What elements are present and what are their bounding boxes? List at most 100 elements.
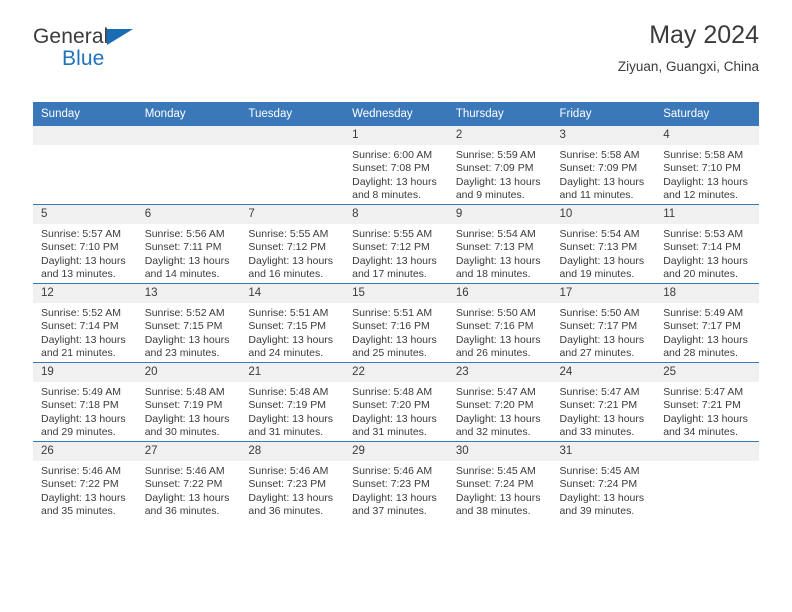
weekday-header-tuesday: Tuesday — [240, 102, 345, 126]
day-details: Sunrise: 5:45 AM Sunset: 7:24 PM Daylight:… — [448, 461, 552, 519]
day-number: 14 — [240, 284, 345, 303]
day-details: Sunrise: 5:55 AM Sunset: 7:12 PM Daylight:… — [344, 224, 448, 282]
sunset-text: Sunset: 7:16 PM — [455, 320, 534, 333]
calendar-day-cell[interactable]: 13 Sunrise: 5:52 AM Sunset: 7:15 PM Dayligh… — [136, 283, 241, 363]
day-details: Sunrise: 5:54 AM Sunset: 7:13 PM Daylight:… — [448, 224, 552, 282]
sunrise-text: Sunrise: 5:49 AM — [663, 307, 744, 319]
day-details: Sunrise: 5:50 AM Sunset: 7:16 PM Daylight:… — [448, 303, 552, 361]
calendar-day-cell[interactable]: 25 Sunrise: 5:47 AM Sunset: 7:21 PM Dayligh… — [655, 362, 759, 442]
day-number: 7 — [240, 205, 345, 224]
day-number: 31 — [551, 442, 656, 461]
daylight-text: Daylight: 13 hours and 9 minutes. — [455, 175, 541, 202]
day-details: Sunrise: 5:51 AM Sunset: 7:15 PM Daylight:… — [240, 303, 344, 361]
sunset-text: Sunset: 7:12 PM — [248, 241, 327, 254]
daylight-text: Daylight: 13 hours and 18 minutes. — [455, 254, 541, 281]
calendar-week-row: 12 Sunrise: 5:52 AM Sunset: 7:14 PM Dayligh… — [33, 283, 759, 363]
calendar-day-cell[interactable]: 31 Sunrise: 5:45 AM Sunset: 7:24 PM Dayligh… — [551, 441, 656, 520]
day-details: Sunrise: 5:49 AM Sunset: 7:18 PM Daylight:… — [33, 382, 137, 440]
sunrise-text: Sunrise: 5:50 AM — [559, 307, 640, 319]
daylight-text: Daylight: 13 hours and 11 minutes. — [559, 175, 645, 202]
calendar-day-cell-empty — [655, 441, 759, 520]
calendar-day-cell[interactable]: 28 Sunrise: 5:46 AM Sunset: 7:23 PM Dayligh… — [240, 441, 345, 520]
daylight-text: Daylight: 13 hours and 34 minutes. — [663, 412, 748, 439]
page-subtitle-location: Ziyuan, Guangxi, China — [617, 58, 759, 74]
calendar-day-cell[interactable]: 20 Sunrise: 5:48 AM Sunset: 7:19 PM Dayligh… — [136, 362, 241, 442]
sunset-text: Sunset: 7:21 PM — [559, 399, 638, 412]
calendar-day-cell[interactable]: 1 Sunrise: 6:00 AM Sunset: 7:08 PM Daylight… — [344, 126, 448, 205]
calendar-day-cell[interactable]: 30 Sunrise: 5:45 AM Sunset: 7:24 PM Dayligh… — [447, 441, 552, 520]
calendar-day-cell[interactable]: 21 Sunrise: 5:48 AM Sunset: 7:19 PM Dayligh… — [240, 362, 345, 442]
sunrise-text: Sunrise: 5:56 AM — [144, 228, 225, 240]
sunrise-text: Sunrise: 5:48 AM — [248, 386, 329, 398]
calendar-day-cell[interactable]: 22 Sunrise: 5:48 AM Sunset: 7:20 PM Dayligh… — [344, 362, 448, 442]
calendar-day-cell[interactable]: 26 Sunrise: 5:46 AM Sunset: 7:22 PM Dayligh… — [33, 441, 137, 520]
day-details: Sunrise: 5:59 AM Sunset: 7:09 PM Daylight:… — [448, 145, 552, 203]
calendar-day-cell[interactable]: 4 Sunrise: 5:58 AM Sunset: 7:10 PM Daylight… — [655, 126, 759, 205]
weekday-header-wednesday: Wednesday — [344, 102, 448, 126]
sunrise-text: Sunrise: 5:46 AM — [41, 465, 121, 477]
day-details: Sunrise: 5:50 AM Sunset: 7:17 PM Daylight:… — [552, 303, 656, 361]
calendar-day-cell[interactable]: 27 Sunrise: 5:46 AM Sunset: 7:22 PM Dayligh… — [136, 441, 241, 520]
calendar-day-cell[interactable]: 24 Sunrise: 5:47 AM Sunset: 7:21 PM Dayligh… — [551, 362, 656, 442]
day-number: 17 — [551, 284, 656, 303]
sunset-text: Sunset: 7:22 PM — [144, 478, 223, 491]
calendar-day-cell[interactable]: 18 Sunrise: 5:49 AM Sunset: 7:17 PM Dayligh… — [655, 283, 759, 363]
sunrise-text: Sunrise: 5:55 AM — [248, 228, 329, 240]
calendar-day-cell[interactable]: 15 Sunrise: 5:51 AM Sunset: 7:16 PM Dayligh… — [344, 283, 448, 363]
sunset-text: Sunset: 7:09 PM — [455, 162, 534, 175]
day-details: Sunrise: 5:47 AM Sunset: 7:21 PM Daylight:… — [655, 382, 759, 440]
day-details: Sunrise: 5:46 AM Sunset: 7:23 PM Daylight:… — [240, 461, 344, 519]
daylight-text: Daylight: 13 hours and 23 minutes. — [144, 333, 230, 360]
calendar-day-cell[interactable]: 7 Sunrise: 5:55 AM Sunset: 7:12 PM Daylight… — [240, 204, 345, 284]
sunrise-text: Sunrise: 5:58 AM — [559, 149, 640, 161]
calendar-day-cell[interactable]: 8 Sunrise: 5:55 AM Sunset: 7:12 PM Daylight… — [344, 204, 448, 284]
daylight-text: Daylight: 13 hours and 8 minutes. — [352, 175, 437, 202]
day-details: Sunrise: 5:58 AM Sunset: 7:10 PM Daylight:… — [655, 145, 759, 203]
day-details: Sunrise: 5:46 AM Sunset: 7:23 PM Daylight:… — [344, 461, 448, 519]
calendar-day-cell[interactable]: 19 Sunrise: 5:49 AM Sunset: 7:18 PM Dayligh… — [33, 362, 137, 442]
calendar-day-cell[interactable]: 10 Sunrise: 5:54 AM Sunset: 7:13 PM Dayligh… — [551, 204, 656, 284]
day-number: 26 — [33, 442, 137, 461]
calendar-day-cell[interactable]: 6 Sunrise: 5:56 AM Sunset: 7:11 PM Daylight… — [136, 204, 241, 284]
day-details: Sunrise: 5:54 AM Sunset: 7:13 PM Daylight:… — [552, 224, 656, 282]
sunset-text: Sunset: 7:17 PM — [663, 320, 741, 333]
day-number: 15 — [344, 284, 448, 303]
calendar-day-cell[interactable]: 14 Sunrise: 5:51 AM Sunset: 7:15 PM Dayligh… — [240, 283, 345, 363]
sunrise-text: Sunrise: 5:51 AM — [248, 307, 329, 319]
calendar-day-cell[interactable]: 9 Sunrise: 5:54 AM Sunset: 7:13 PM Daylight… — [447, 204, 552, 284]
brand-logo-line2: Blue — [62, 47, 105, 70]
day-details: Sunrise: 5:48 AM Sunset: 7:20 PM Daylight:… — [344, 382, 448, 440]
day-number: 25 — [655, 363, 759, 382]
calendar-day-cell[interactable]: 29 Sunrise: 5:46 AM Sunset: 7:23 PM Dayligh… — [344, 441, 448, 520]
sunrise-text: Sunrise: 5:47 AM — [559, 386, 640, 398]
day-details: Sunrise: 5:57 AM Sunset: 7:10 PM Daylight:… — [33, 224, 137, 282]
day-number: 22 — [344, 363, 448, 382]
day-number: 24 — [551, 363, 656, 382]
calendar-day-cell[interactable]: 5 Sunrise: 5:57 AM Sunset: 7:10 PM Daylight… — [33, 204, 137, 284]
calendar-day-cell[interactable]: 12 Sunrise: 5:52 AM Sunset: 7:14 PM Dayligh… — [33, 283, 137, 363]
sunrise-text: Sunrise: 5:47 AM — [455, 386, 536, 398]
daylight-text: Daylight: 13 hours and 29 minutes. — [41, 412, 126, 439]
calendar-day-cell[interactable]: 17 Sunrise: 5:50 AM Sunset: 7:17 PM Dayligh… — [551, 283, 656, 363]
sunset-text: Sunset: 7:17 PM — [559, 320, 638, 333]
daylight-text: Daylight: 13 hours and 12 minutes. — [663, 175, 748, 202]
daylight-text: Daylight: 13 hours and 31 minutes. — [248, 412, 334, 439]
calendar-day-cell[interactable]: 23 Sunrise: 5:47 AM Sunset: 7:20 PM Dayligh… — [447, 362, 552, 442]
day-number — [655, 442, 759, 461]
sunrise-text: Sunrise: 5:47 AM — [663, 386, 744, 398]
day-number: 28 — [240, 442, 345, 461]
day-details: Sunrise: 5:47 AM Sunset: 7:20 PM Daylight:… — [448, 382, 552, 440]
sunrise-text: Sunrise: 6:00 AM — [352, 149, 433, 161]
sunset-text: Sunset: 7:10 PM — [41, 241, 119, 254]
sunrise-text: Sunrise: 5:46 AM — [144, 465, 225, 477]
calendar-day-cell[interactable]: 11 Sunrise: 5:53 AM Sunset: 7:14 PM Dayligh… — [655, 204, 759, 284]
sunrise-text: Sunrise: 5:49 AM — [41, 386, 121, 398]
day-details: Sunrise: 5:52 AM Sunset: 7:15 PM Daylight:… — [137, 303, 241, 361]
calendar-day-cell[interactable]: 16 Sunrise: 5:50 AM Sunset: 7:16 PM Dayligh… — [447, 283, 552, 363]
day-number: 19 — [33, 363, 137, 382]
daylight-text: Daylight: 13 hours and 39 minutes. — [559, 491, 645, 518]
calendar-day-cell[interactable]: 3 Sunrise: 5:58 AM Sunset: 7:09 PM Daylight… — [551, 126, 656, 205]
calendar-day-cell[interactable]: 2 Sunrise: 5:59 AM Sunset: 7:09 PM Daylight… — [447, 126, 552, 205]
daylight-text: Daylight: 13 hours and 31 minutes. — [352, 412, 437, 439]
weekday-header-monday: Monday — [136, 102, 241, 126]
